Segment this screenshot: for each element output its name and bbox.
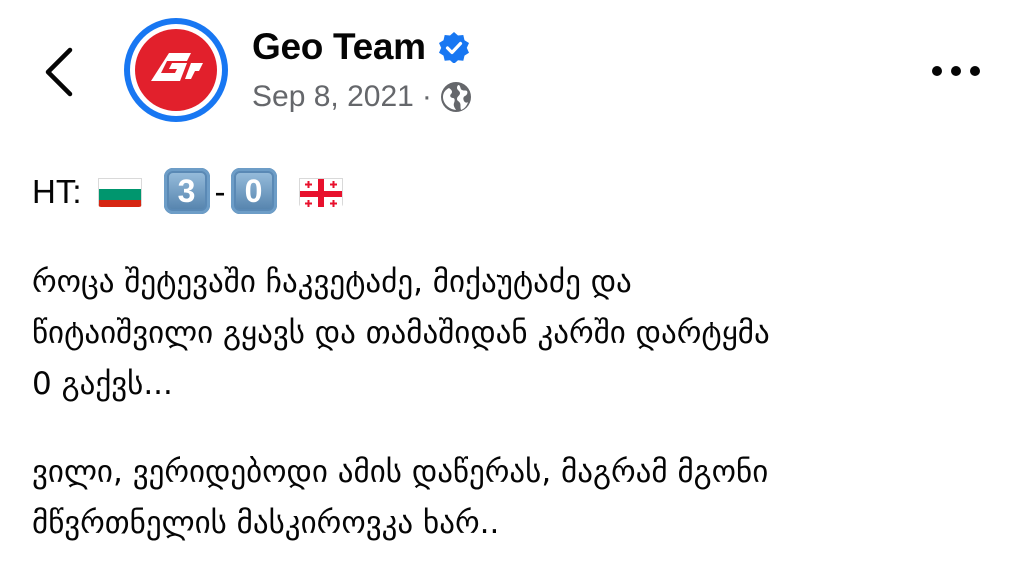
post-text-line: მწვრთნელის მასკიროვკა ხარ..	[32, 505, 500, 541]
more-dots-icon	[932, 66, 942, 76]
verified-badge-icon	[438, 32, 469, 63]
chevron-left-icon	[45, 47, 73, 97]
post-text-line: როცა შეტევაში ჩაკვეტაძე, მიქაუტაძე და	[32, 264, 632, 300]
post-text-line: წიტაიშვილი გყავს და თამაშიდან კარში დარტ…	[32, 315, 770, 351]
separator: ·	[421, 80, 432, 113]
globe-icon[interactable]	[440, 81, 472, 113]
post-paragraph-2: ვილი, ვერიდებოდი ამის დაწერას, მაგრამ მგ…	[32, 447, 1002, 549]
score-dash: -	[214, 172, 226, 210]
post-text-line: 0 გაქვს...	[32, 366, 173, 402]
post-meta: Sep 8, 2021 ·	[252, 80, 472, 114]
avatar[interactable]	[124, 18, 228, 122]
bulgaria-flag-icon	[97, 175, 142, 207]
back-button[interactable]	[40, 44, 84, 100]
home-score-keycap: 3	[163, 168, 210, 214]
post-body: HT: 3 - 0 როცა შეტევაში ჩაკვეტაძე, მიქაუ…	[32, 162, 1002, 549]
post-date[interactable]: Sep 8, 2021	[252, 80, 414, 114]
page-header: Geo Team	[252, 26, 470, 68]
post-paragraph-1: როცა შეტევაში ჩაკვეტაძე, მიქაუტაძე და წი…	[32, 257, 1002, 410]
score-line: HT: 3 - 0	[32, 162, 1002, 220]
away-score-keycap: 0	[230, 168, 277, 214]
post-text-line: ვილი, ვერიდებოდი ამის დაწერას, მაგრამ მგ…	[32, 454, 769, 490]
halftime-label: HT:	[32, 172, 82, 210]
geo-team-logo	[135, 29, 217, 111]
page-name[interactable]: Geo Team	[252, 26, 426, 68]
more-options-button[interactable]	[932, 56, 992, 86]
georgia-flag-icon	[298, 175, 343, 207]
